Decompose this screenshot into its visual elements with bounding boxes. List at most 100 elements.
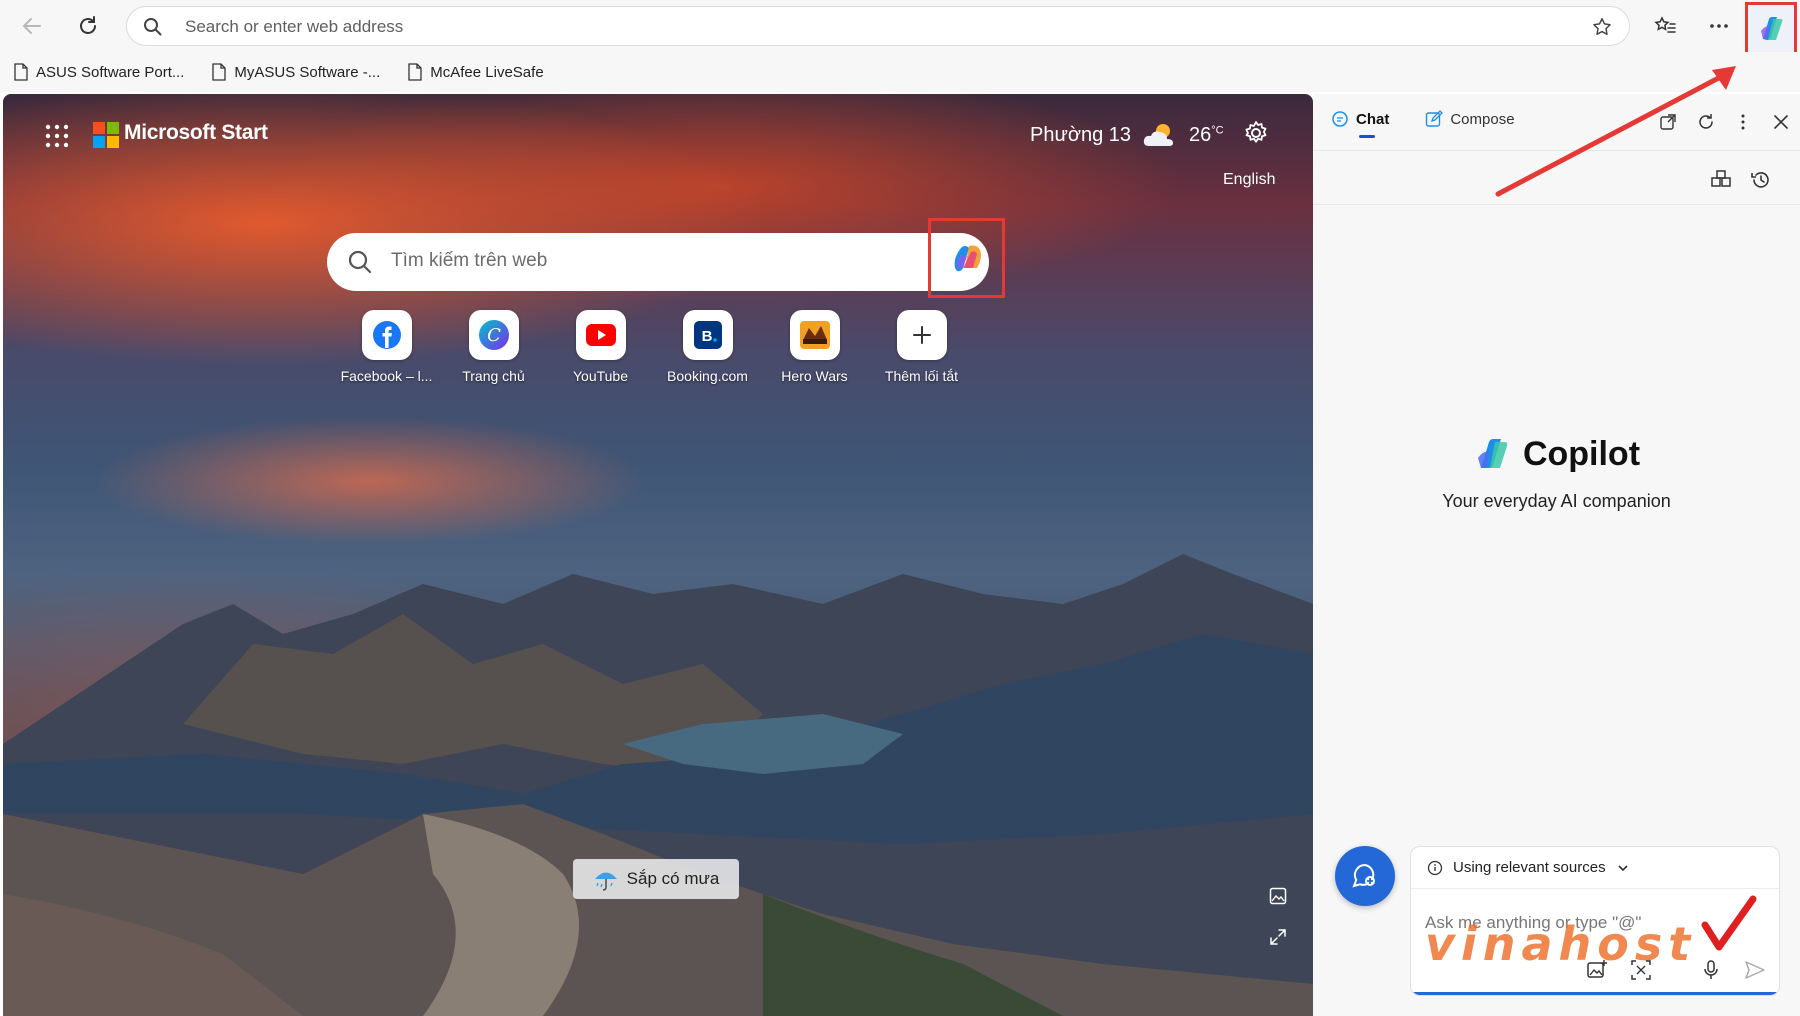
- search-placeholder: Tìm kiếm trên web: [391, 250, 548, 271]
- screenshot-icon[interactable]: [1630, 959, 1652, 981]
- favorite-star-icon[interactable]: [1591, 16, 1613, 43]
- quick-link-hero-wars[interactable]: Hero Wars: [761, 310, 868, 384]
- copilot-subtitle: Your everyday AI companion: [1442, 491, 1671, 511]
- youtube-icon: [575, 310, 626, 360]
- tab-chat-label: Chat: [1356, 110, 1390, 128]
- plus-icon: [896, 310, 947, 360]
- umbrella-icon: [594, 872, 617, 891]
- weather-alert-label: Sắp có mưa: [626, 869, 720, 888]
- page-icon: [408, 63, 422, 81]
- favorites-list-icon: [1654, 16, 1676, 33]
- more-vertical-icon: [1741, 114, 1745, 130]
- web-search-box[interactable]: Tìm kiếm trên web: [327, 233, 989, 291]
- temperature-value: 26°C: [1189, 123, 1224, 146]
- plugins-button[interactable]: [1707, 166, 1735, 194]
- page-settings-button[interactable]: [1243, 120, 1269, 151]
- open-external-icon: [1660, 114, 1676, 130]
- copilot-sidebar: Chat Compose Copilot Your everyday AI co…: [1313, 94, 1800, 1016]
- bookmarks-bar: ASUS Software Port... MyASUS Software -.…: [0, 52, 1800, 92]
- image-icon: [1269, 887, 1287, 905]
- quick-link-label: Booking.com: [667, 368, 748, 384]
- open-in-new-tab-button[interactable]: [1654, 108, 1682, 136]
- refresh-button[interactable]: [70, 8, 106, 44]
- tab-chat[interactable]: Chat: [1331, 110, 1390, 138]
- divider: [1313, 150, 1800, 151]
- language-link[interactable]: English: [1223, 171, 1275, 189]
- quick-link-trang-chu[interactable]: C Trang chủ: [440, 310, 547, 384]
- favorites-button[interactable]: [1646, 8, 1684, 44]
- apps-grid-icon: [45, 124, 69, 148]
- close-sidebar-button[interactable]: [1767, 108, 1795, 136]
- close-icon: [1774, 115, 1788, 129]
- history-button[interactable]: [1747, 166, 1775, 194]
- quick-link-label: Hero Wars: [781, 368, 848, 384]
- more-options-button[interactable]: [1700, 8, 1738, 44]
- search-icon: [143, 17, 163, 42]
- browser-toolbar: Search or enter web address: [0, 0, 1800, 64]
- back-arrow-icon: [22, 18, 41, 34]
- compose-icon: [1426, 110, 1444, 127]
- microphone-icon[interactable]: [1700, 959, 1722, 981]
- quick-links: Facebook – l... C Trang chủ YouTube B Bo…: [333, 310, 975, 384]
- quick-link-label: YouTube: [572, 368, 628, 384]
- copilot-search-button[interactable]: [928, 218, 1005, 298]
- refresh-icon: [80, 16, 96, 34]
- page-icon: [14, 63, 28, 81]
- new-topic-button[interactable]: [1335, 846, 1395, 906]
- address-placeholder: Search or enter web address: [185, 17, 404, 36]
- sidebar-more-button[interactable]: [1729, 108, 1757, 136]
- app-launcher-button[interactable]: [45, 124, 69, 153]
- search-icon: [347, 249, 373, 280]
- svg-text:B: B: [701, 328, 712, 345]
- bookmark-myasus[interactable]: MyASUS Software -...: [212, 63, 380, 81]
- location-label: Phường 13: [1030, 123, 1132, 146]
- quick-link-booking[interactable]: B Booking.com: [654, 310, 761, 384]
- add-image-icon[interactable]: [1586, 959, 1608, 981]
- tab-compose[interactable]: Compose: [1425, 110, 1515, 134]
- input-focus-line: [1411, 992, 1779, 995]
- sources-dropdown[interactable]: Using relevant sources: [1411, 847, 1779, 889]
- bookmark-label: ASUS Software Port...: [36, 63, 185, 81]
- info-icon: [1427, 860, 1443, 875]
- checkmark-icon: [1701, 895, 1757, 951]
- copilot-icon: [1477, 439, 1508, 468]
- weather-widget[interactable]: Phường 13 26°C: [1030, 122, 1224, 148]
- plugins-grid-icon: [1711, 170, 1731, 187]
- gear-icon: [1245, 121, 1267, 143]
- chevron-down-icon: [1618, 864, 1628, 871]
- microsoft-logo: [93, 122, 119, 148]
- quick-link-youtube[interactable]: YouTube: [547, 310, 654, 384]
- copilot-title: Copilot: [1473, 434, 1640, 474]
- send-icon[interactable]: [1744, 959, 1766, 981]
- chat-input-box[interactable]: Using relevant sources Ask me anything o…: [1410, 846, 1780, 996]
- chat-bubble-icon: [1332, 111, 1348, 127]
- fullscreen-button[interactable]: [1269, 928, 1287, 951]
- more-horizontal-icon: [1710, 24, 1728, 28]
- refresh-chat-button[interactable]: [1692, 108, 1720, 136]
- bookmark-label: MyASUS Software -...: [234, 63, 381, 81]
- sources-label: Using relevant sources: [1453, 859, 1606, 876]
- hero-wars-icon: [789, 310, 840, 360]
- brand-title[interactable]: Microsoft Start: [124, 121, 268, 145]
- quick-link-label: Trang chủ: [462, 368, 525, 384]
- bookmark-label: McAfee LiveSafe: [430, 63, 544, 81]
- expand-icon: [1270, 929, 1286, 945]
- new-chat-icon: [1352, 863, 1375, 888]
- bookmark-mcafee[interactable]: McAfee LiveSafe: [408, 63, 544, 81]
- weather-alert-button[interactable]: Sắp có mưa: [573, 859, 739, 899]
- booking-icon: B: [682, 310, 733, 360]
- add-shortcut-button[interactable]: Thêm lối tắt: [868, 310, 975, 384]
- copilot-welcome: Copilot Your everyday AI companion: [1313, 434, 1800, 512]
- copilot-icon: [954, 245, 981, 272]
- landscape-background: [3, 554, 1313, 1016]
- history-icon: [1751, 172, 1769, 188]
- canva-icon: C: [468, 310, 519, 360]
- address-bar[interactable]: Search or enter web address: [126, 6, 1630, 46]
- quick-link-label: Facebook – l...: [340, 368, 433, 384]
- partly-cloudy-icon: [1143, 124, 1174, 146]
- back-button[interactable]: [14, 8, 50, 44]
- copilot-icon: [1761, 17, 1783, 40]
- bookmark-asus[interactable]: ASUS Software Port...: [14, 63, 184, 81]
- background-image-button[interactable]: [1269, 887, 1287, 910]
- quick-link-facebook[interactable]: Facebook – l...: [333, 310, 440, 384]
